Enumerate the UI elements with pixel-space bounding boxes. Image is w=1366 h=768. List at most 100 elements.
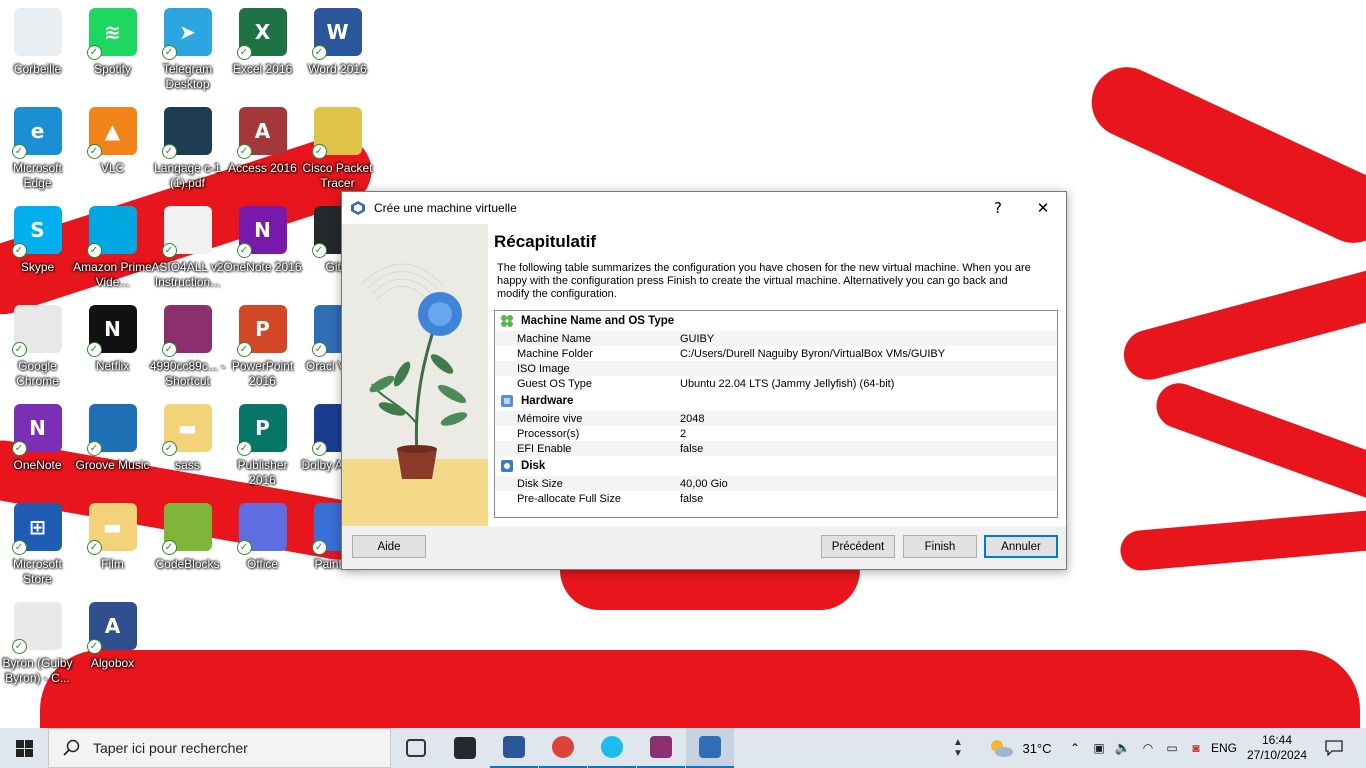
desktop-shortcut[interactable]: ✓ Google Chrome (0, 305, 75, 389)
tray-overflow-button[interactable]: ⌃ (1066, 728, 1084, 768)
help-button-label: Aide (377, 540, 401, 553)
desktop-shortcut-label: VLC (100, 161, 125, 175)
dialog-content: Récapitulatif The following table summar… (342, 224, 1066, 526)
volume-icon[interactable]: 🔈 (1113, 728, 1133, 768)
sync-status-icon: ✓ (161, 540, 177, 555)
desktop-shortcut[interactable]: ✓ CodeBlocks (150, 503, 225, 572)
sync-status-icon: ✓ (11, 441, 27, 456)
desktop-shortcut[interactable]: A ✓ Algobox (75, 602, 150, 671)
weather-widget[interactable]: 31°C (985, 728, 1055, 768)
desktop-shortcut[interactable]: ➤ ✓ Telegram Desktop (150, 8, 225, 92)
language-indicator[interactable]: ENG (1210, 728, 1238, 768)
taskbar-app-button[interactable] (588, 728, 636, 768)
tray-meet-icon[interactable]: ▣ (1090, 728, 1108, 768)
desktop-shortcut-label: Excel 2016 (232, 62, 293, 76)
action-center-button[interactable] (1316, 728, 1352, 768)
desktop-shortcut[interactable]: ✓ Amazon Prime Vide... (73, 206, 152, 290)
desktop-shortcut[interactable]: A ✓ Access 2016 (225, 107, 300, 176)
desktop-shortcut[interactable]: ✓ Byron (Guiby Byron) - C... (0, 602, 75, 686)
close-button[interactable]: ✕ (1020, 192, 1066, 224)
weather-icon (988, 737, 1014, 759)
desktop-shortcut-label: Algobox (90, 656, 135, 670)
create-vm-dialog: Crée une machine virtuelle ? ✕ Récapitul… (341, 191, 1067, 570)
folder-icon: ▬ ✓ (161, 404, 212, 456)
desktop-shortcut[interactable]: ▬ ✓ sass (150, 404, 225, 473)
desktop-shortcut[interactable]: ▲ ✓ VLC (75, 107, 150, 176)
desktop-shortcut[interactable]: S ✓ Skype (0, 206, 75, 275)
sync-status-icon: ✓ (86, 45, 102, 60)
taskbar-app-button[interactable] (637, 728, 685, 768)
chrome-icon: ✓ (11, 305, 62, 357)
desktop-shortcut[interactable]: e ✓ Microsoft Edge (0, 107, 75, 191)
finish-button[interactable]: Finish (903, 535, 977, 558)
prime-video-icon: ✓ (86, 206, 137, 258)
summary-value: 2048 (680, 412, 705, 425)
desktop-shortcut[interactable]: X ✓ Excel 2016 (225, 8, 300, 77)
taskbar-app-button[interactable] (392, 728, 440, 768)
search-box[interactable]: Taper ici pour rechercher (48, 728, 391, 768)
desktop-shortcut[interactable]: ▬ ✓ Film (75, 503, 150, 572)
taskbar-app-button[interactable] (686, 728, 734, 768)
desktop-shortcut[interactable]: P ✓ PowerPoint 2016 (225, 305, 300, 389)
back-button-label: Précédent (831, 540, 885, 553)
chevron-down-icon: ▼ (953, 748, 963, 759)
desktop-shortcut[interactable]: ✓ Cisco Packet Tracer (300, 107, 375, 191)
battery-icon[interactable]: ▭ (1162, 728, 1182, 768)
desktop-shortcut[interactable]: N ✓ OneNote (0, 404, 75, 473)
cancel-button-label: Annuler (1001, 540, 1041, 553)
summary-section-header: Machine Name and OS Type (495, 311, 1057, 331)
back-button[interactable]: Précédent (821, 535, 895, 558)
taskbar-app-button[interactable] (490, 728, 538, 768)
sync-status-icon: ✓ (311, 441, 327, 456)
groove-music-icon: ✓ (86, 404, 137, 456)
desktop-shortcut-label: Access 2016 (228, 161, 297, 175)
wifi-icon[interactable]: ◠ (1138, 728, 1158, 768)
help-button[interactable]: ? (975, 192, 1021, 224)
taskbar-app-button[interactable] (441, 728, 489, 768)
sync-status-icon: ✓ (161, 144, 177, 159)
summary-key: Processor(s) (517, 427, 580, 440)
summary-value: GUIBY (680, 332, 715, 345)
desktop-shortcut-label: Microsoft Store (13, 557, 62, 586)
desktop-shortcut-label: ASIO4ALL v2 Instruction... (151, 260, 224, 289)
summary-row: Machine Folder C:/Users/Durell Naguiby By… (495, 346, 1057, 361)
help-text-button[interactable]: Aide (352, 535, 426, 558)
virtualbox-icon (699, 736, 721, 758)
help-icon: ? (994, 199, 1002, 217)
start-button[interactable] (0, 728, 48, 768)
cancel-button[interactable]: Annuler (984, 535, 1058, 558)
sync-status-icon: ✓ (311, 144, 327, 159)
summary-table[interactable]: Machine Name and OS Type Machine Name GUIB… (494, 310, 1058, 518)
desktop-shortcut[interactable]: N ✓ OneNote 2016 (223, 206, 302, 275)
sync-status-icon: ✓ (86, 243, 102, 258)
sync-status-icon: ✓ (11, 243, 27, 258)
notification-alert-icon[interactable]: ◙ (1186, 728, 1206, 768)
desktop-shortcut-label: sass (175, 458, 200, 472)
weather-temp: 31°C (1022, 740, 1052, 756)
desktop-shortcut[interactable]: W ✓ Word 2016 (300, 8, 375, 77)
desktop-shortcut-label: Microsoft Edge (13, 161, 62, 190)
taskbar-app-button[interactable] (539, 728, 587, 768)
desktop-shortcut[interactable]: ✓ Office (225, 503, 300, 572)
desktop-shortcut[interactable]: ✓ ASIO4ALL v2 Instruction... (150, 206, 225, 290)
chevron-up-icon: ⌃ (1069, 741, 1081, 755)
sync-status-icon: ✓ (86, 342, 102, 357)
packet-tracer-icon: ✓ (311, 107, 362, 159)
os-type-icon (499, 313, 515, 329)
sync-status-icon: ✓ (311, 45, 327, 60)
desktop-shortcut[interactable]: ✓ Langage c-1 (1).pdf (150, 107, 225, 191)
desktop-shortcut[interactable]: N ✓ Netflix (75, 305, 150, 374)
desktop-shortcut[interactable]: ✓ 4990cc89c... - Shortcut (150, 305, 225, 389)
clock[interactable]: 16:44 27/10/2024 (1244, 728, 1310, 768)
finish-button-label: Finish (924, 540, 956, 553)
desktop-shortcut-label: OneNote (13, 458, 62, 472)
desktop-shortcut[interactable]: ≋ ✓ Spotify (75, 8, 150, 77)
desktop-shortcut[interactable]: P ✓ Publisher 2016 (225, 404, 300, 488)
desktop-shortcut[interactable]: ⊞ ✓ Microsoft Store (0, 503, 75, 587)
desktop-shortcut[interactable]: ✓ Groove Music (75, 404, 150, 473)
sync-status-icon: ✓ (311, 540, 327, 555)
dialog-titlebar[interactable]: Crée une machine virtuelle ? ✕ (342, 192, 1066, 224)
summary-value: false (680, 492, 704, 505)
desktop-shortcut[interactable]: Corbeille (0, 8, 75, 77)
show-hidden-scroll[interactable]: ▲ ▼ (950, 728, 966, 768)
